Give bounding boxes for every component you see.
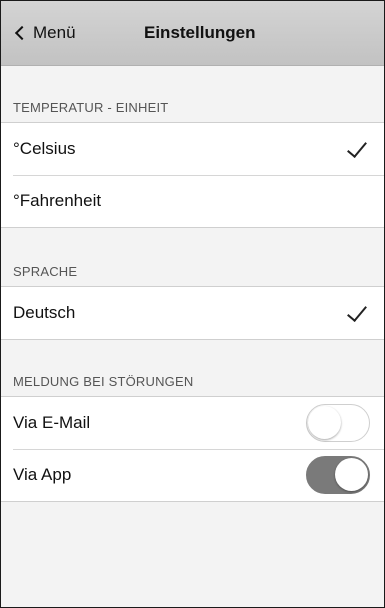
toggle-knob [335,458,368,491]
language-group: Deutsch [1,286,384,340]
notifications-group: Via E-Mail Via App [1,396,384,502]
settings-screen: Menü Einstellungen TEMPERATUR - EINHEIT … [0,0,385,608]
checkmark-icon [347,301,367,322]
row-via-email: Via E-Mail [1,397,384,449]
toggle-knob [308,406,341,439]
option-deutsch[interactable]: Deutsch [1,287,384,339]
email-notification-toggle[interactable] [306,404,370,442]
row-label: Via App [13,465,72,484]
section-header-temperature: TEMPERATUR - EINHEIT [13,100,169,115]
navigation-bar: Menü Einstellungen [1,1,384,66]
option-label: °Fahrenheit [13,191,102,210]
option-fahrenheit[interactable]: °Fahrenheit [1,175,384,227]
checkmark-icon [347,137,367,158]
chevron-left-icon [14,25,30,41]
section-header-notifications: MELDUNG BEI STÖRUNGEN [13,374,194,389]
option-celsius[interactable]: °Celsius [1,123,384,175]
option-label: °Celsius [13,139,76,158]
row-via-app: Via App [1,449,384,501]
page-title: Einstellungen [144,23,256,42]
option-label: Deutsch [13,303,76,322]
back-label: Menü [33,23,76,42]
app-notification-toggle[interactable] [306,456,370,494]
back-button[interactable]: Menü [13,1,76,65]
temperature-unit-group: °Celsius °Fahrenheit [1,122,384,228]
section-header-language: SPRACHE [13,264,78,279]
row-label: Via E-Mail [13,413,91,432]
